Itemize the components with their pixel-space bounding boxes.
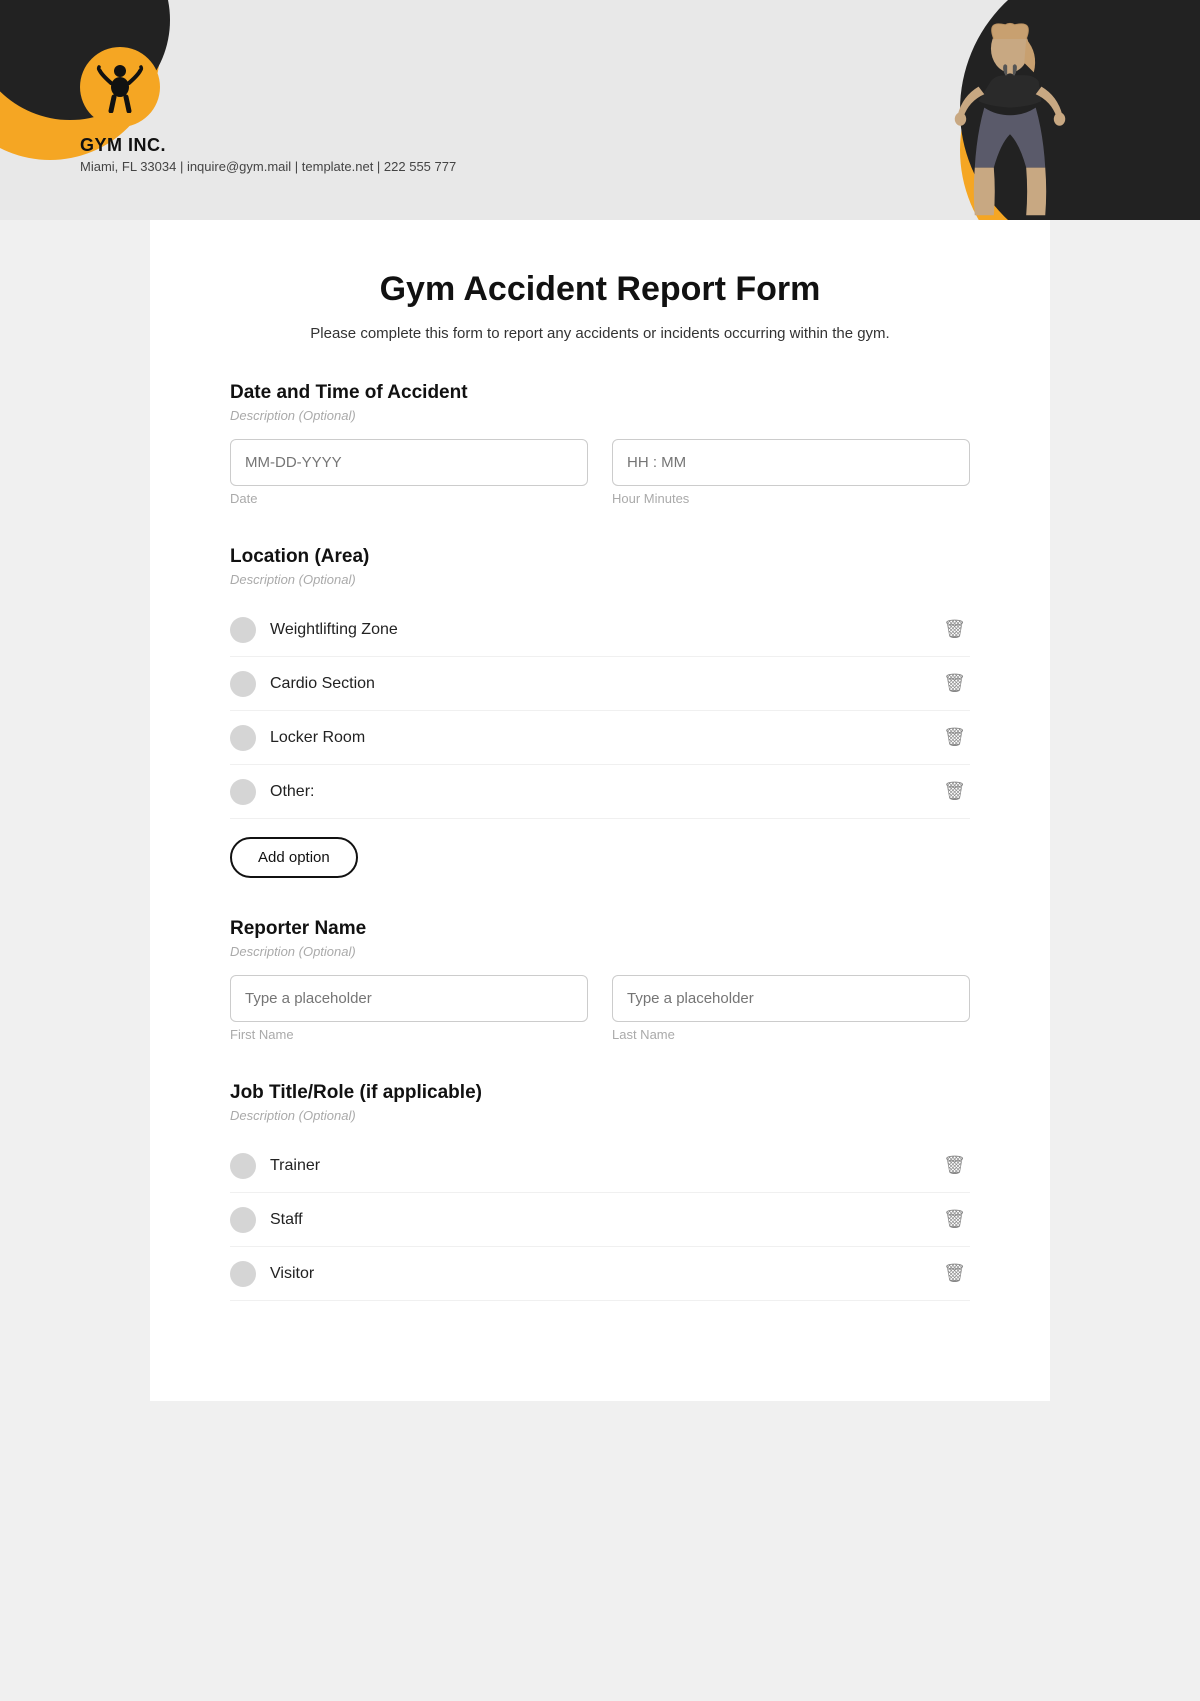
time-input[interactable] — [612, 439, 970, 486]
date-time-fields: Date Hour Minutes — [230, 439, 970, 506]
option-label-cardio: Cardio Section — [270, 675, 375, 693]
gym-name: GYM INC. — [80, 135, 166, 156]
main-content: Gym Accident Report Form Please complete… — [150, 220, 1050, 1401]
logo-circle — [80, 47, 160, 127]
list-item: Weightlifting Zone 🗑 — [230, 603, 970, 657]
list-item: Locker Room 🗑 — [230, 711, 970, 765]
job-title-section: Job Title/Role (if applicable) Descripti… — [230, 1082, 970, 1301]
delete-icon-visitor[interactable]: 🗑 — [939, 1259, 970, 1288]
form-subtitle: Please complete this form to report any … — [230, 325, 970, 342]
athlete-silhouette-icon — [925, 20, 1095, 220]
option-label-trainer: Trainer — [270, 1157, 320, 1175]
list-item: Cardio Section 🗑 — [230, 657, 970, 711]
delete-icon-other[interactable]: 🗑 — [939, 777, 970, 806]
date-time-title: Date and Time of Accident — [230, 382, 970, 404]
reporter-name-title: Reporter Name — [230, 918, 970, 940]
option-label-other: Other: — [270, 783, 314, 801]
list-item: Staff 🗑 — [230, 1193, 970, 1247]
list-item: Visitor 🗑 — [230, 1247, 970, 1301]
location-section: Location (Area) Description (Optional) W… — [230, 546, 970, 878]
radio-button-trainer[interactable] — [230, 1153, 256, 1179]
date-field-group: Date — [230, 439, 588, 506]
first-name-label: First Name — [230, 1027, 588, 1042]
header: GYM INC. Miami, FL 33034 | inquire@gym.m… — [0, 0, 1200, 220]
list-item: Trainer 🗑 — [230, 1139, 970, 1193]
job-title-options: Trainer 🗑 Staff 🗑 Visitor 🗑 — [230, 1139, 970, 1301]
reporter-name-fields: First Name Last Name — [230, 975, 970, 1042]
date-time-desc: Description (Optional) — [230, 408, 970, 423]
delete-icon-weightlifting[interactable]: 🗑 — [939, 615, 970, 644]
delete-icon-locker[interactable]: 🗑 — [939, 723, 970, 752]
job-title-desc: Description (Optional) — [230, 1108, 970, 1123]
time-label: Hour Minutes — [612, 491, 970, 506]
radio-button-locker[interactable] — [230, 725, 256, 751]
option-label-visitor: Visitor — [270, 1265, 314, 1283]
radio-button-visitor[interactable] — [230, 1261, 256, 1287]
location-desc: Description (Optional) — [230, 572, 970, 587]
delete-icon-cardio[interactable]: 🗑 — [939, 669, 970, 698]
list-item: Other: 🗑 — [230, 765, 970, 819]
time-field-group: Hour Minutes — [612, 439, 970, 506]
add-option-button-location[interactable]: Add option — [230, 837, 358, 878]
location-title: Location (Area) — [230, 546, 970, 568]
last-name-field-group: Last Name — [612, 975, 970, 1042]
form-title: Gym Accident Report Form — [230, 270, 970, 309]
option-label-staff: Staff — [270, 1211, 303, 1229]
location-options: Weightlifting Zone 🗑 Cardio Section 🗑 Lo… — [230, 603, 970, 819]
last-name-input[interactable] — [612, 975, 970, 1022]
first-name-input[interactable] — [230, 975, 588, 1022]
delete-icon-staff[interactable]: 🗑 — [939, 1205, 970, 1234]
option-label-weightlifting: Weightlifting Zone — [270, 621, 398, 639]
date-input[interactable] — [230, 439, 588, 486]
date-time-section: Date and Time of Accident Description (O… — [230, 382, 970, 506]
radio-button-other[interactable] — [230, 779, 256, 805]
athlete-image — [900, 10, 1120, 220]
delete-icon-trainer[interactable]: 🗑 — [939, 1151, 970, 1180]
logo-area: GYM INC. Miami, FL 33034 | inquire@gym.m… — [80, 47, 456, 174]
reporter-name-section: Reporter Name Description (Optional) Fir… — [230, 918, 970, 1042]
reporter-name-desc: Description (Optional) — [230, 944, 970, 959]
radio-button-staff[interactable] — [230, 1207, 256, 1233]
gym-logo-icon — [94, 61, 146, 113]
last-name-label: Last Name — [612, 1027, 970, 1042]
radio-button-cardio[interactable] — [230, 671, 256, 697]
option-label-locker: Locker Room — [270, 729, 365, 747]
gym-info: Miami, FL 33034 | inquire@gym.mail | tem… — [80, 159, 456, 174]
radio-button-weightlifting[interactable] — [230, 617, 256, 643]
job-title-title: Job Title/Role (if applicable) — [230, 1082, 970, 1104]
date-label: Date — [230, 491, 588, 506]
first-name-field-group: First Name — [230, 975, 588, 1042]
